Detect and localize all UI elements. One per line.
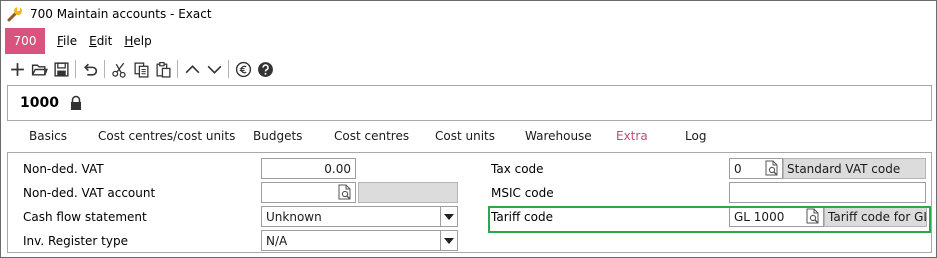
tab-extra[interactable]: Extra bbox=[616, 129, 648, 143]
tax-code-label: Tax code bbox=[491, 162, 544, 176]
record-header: 1000 bbox=[7, 85, 932, 121]
paste-icon[interactable] bbox=[152, 58, 174, 80]
tab-cost-centres-cost-units[interactable]: Cost centres/cost units bbox=[98, 129, 235, 143]
tab-basics[interactable]: Basics bbox=[29, 129, 67, 143]
msic-code-input[interactable] bbox=[729, 182, 926, 203]
nonded-vat-account-label: Non-ded. VAT account bbox=[23, 186, 156, 200]
cash-flow-select[interactable]: Unknown bbox=[261, 206, 458, 227]
menu-code-badge[interactable]: 700 bbox=[5, 28, 45, 54]
toolbar bbox=[1, 57, 936, 81]
arrow-up-icon[interactable] bbox=[181, 58, 203, 80]
toolbar-separator bbox=[75, 60, 76, 78]
euro-icon[interactable] bbox=[232, 58, 254, 80]
menu-help[interactable]: Help bbox=[124, 34, 151, 48]
help-icon[interactable] bbox=[254, 58, 276, 80]
toolbar-separator bbox=[228, 60, 229, 78]
menu-bar: 700 File Edit Help bbox=[1, 28, 936, 54]
tab-warehouse[interactable]: Warehouse bbox=[525, 129, 592, 143]
msic-code-label: MSIC code bbox=[491, 186, 554, 200]
wrench-icon bbox=[6, 5, 24, 23]
nonded-vat-account-description bbox=[358, 182, 458, 203]
lock-icon bbox=[69, 95, 83, 111]
inv-register-select[interactable]: N/A bbox=[261, 230, 458, 251]
toolbar-separator bbox=[104, 60, 105, 78]
tab-strip: Basics Cost centres/cost units Budgets C… bbox=[1, 129, 936, 149]
lookup-icon[interactable] bbox=[336, 183, 354, 202]
inv-register-value: N/A bbox=[266, 233, 288, 248]
toolbar-separator bbox=[177, 60, 178, 78]
window-title: 700 Maintain accounts - Exact bbox=[30, 7, 212, 21]
save-icon[interactable] bbox=[50, 58, 72, 80]
open-folder-icon[interactable] bbox=[28, 58, 50, 80]
nonded-vat-value: 0.00 bbox=[324, 161, 351, 176]
app-window: 700 Maintain accounts - Exact 700 File E… bbox=[0, 0, 937, 258]
cut-icon[interactable] bbox=[108, 58, 130, 80]
chevron-down-icon[interactable] bbox=[440, 207, 457, 226]
nonded-vat-input[interactable]: 0.00 bbox=[261, 158, 356, 179]
tab-cost-units[interactable]: Cost units bbox=[435, 129, 495, 143]
tariff-code-highlight bbox=[488, 206, 931, 233]
lookup-icon[interactable] bbox=[763, 159, 781, 178]
inv-register-label: Inv. Register type bbox=[23, 234, 128, 248]
cash-flow-label: Cash flow statement bbox=[23, 210, 147, 224]
record-number: 1000 bbox=[20, 95, 59, 111]
chevron-down-icon[interactable] bbox=[440, 231, 457, 250]
cash-flow-value: Unknown bbox=[266, 209, 322, 224]
nonded-vat-label: Non-ded. VAT bbox=[23, 162, 104, 176]
plus-icon[interactable] bbox=[6, 58, 28, 80]
tab-budgets[interactable]: Budgets bbox=[253, 129, 302, 143]
tab-cost-centres[interactable]: Cost centres bbox=[334, 129, 409, 143]
tab-log[interactable]: Log bbox=[685, 129, 706, 143]
arrow-down-icon[interactable] bbox=[203, 58, 225, 80]
undo-icon[interactable] bbox=[79, 58, 101, 80]
menu-edit[interactable]: Edit bbox=[89, 34, 112, 48]
copy-icon[interactable] bbox=[130, 58, 152, 80]
menu-file[interactable]: File bbox=[57, 34, 77, 48]
tax-code-value: 0 bbox=[734, 161, 742, 176]
title-bar: 700 Maintain accounts - Exact bbox=[1, 1, 936, 27]
tax-code-description: Standard VAT code bbox=[783, 158, 926, 179]
